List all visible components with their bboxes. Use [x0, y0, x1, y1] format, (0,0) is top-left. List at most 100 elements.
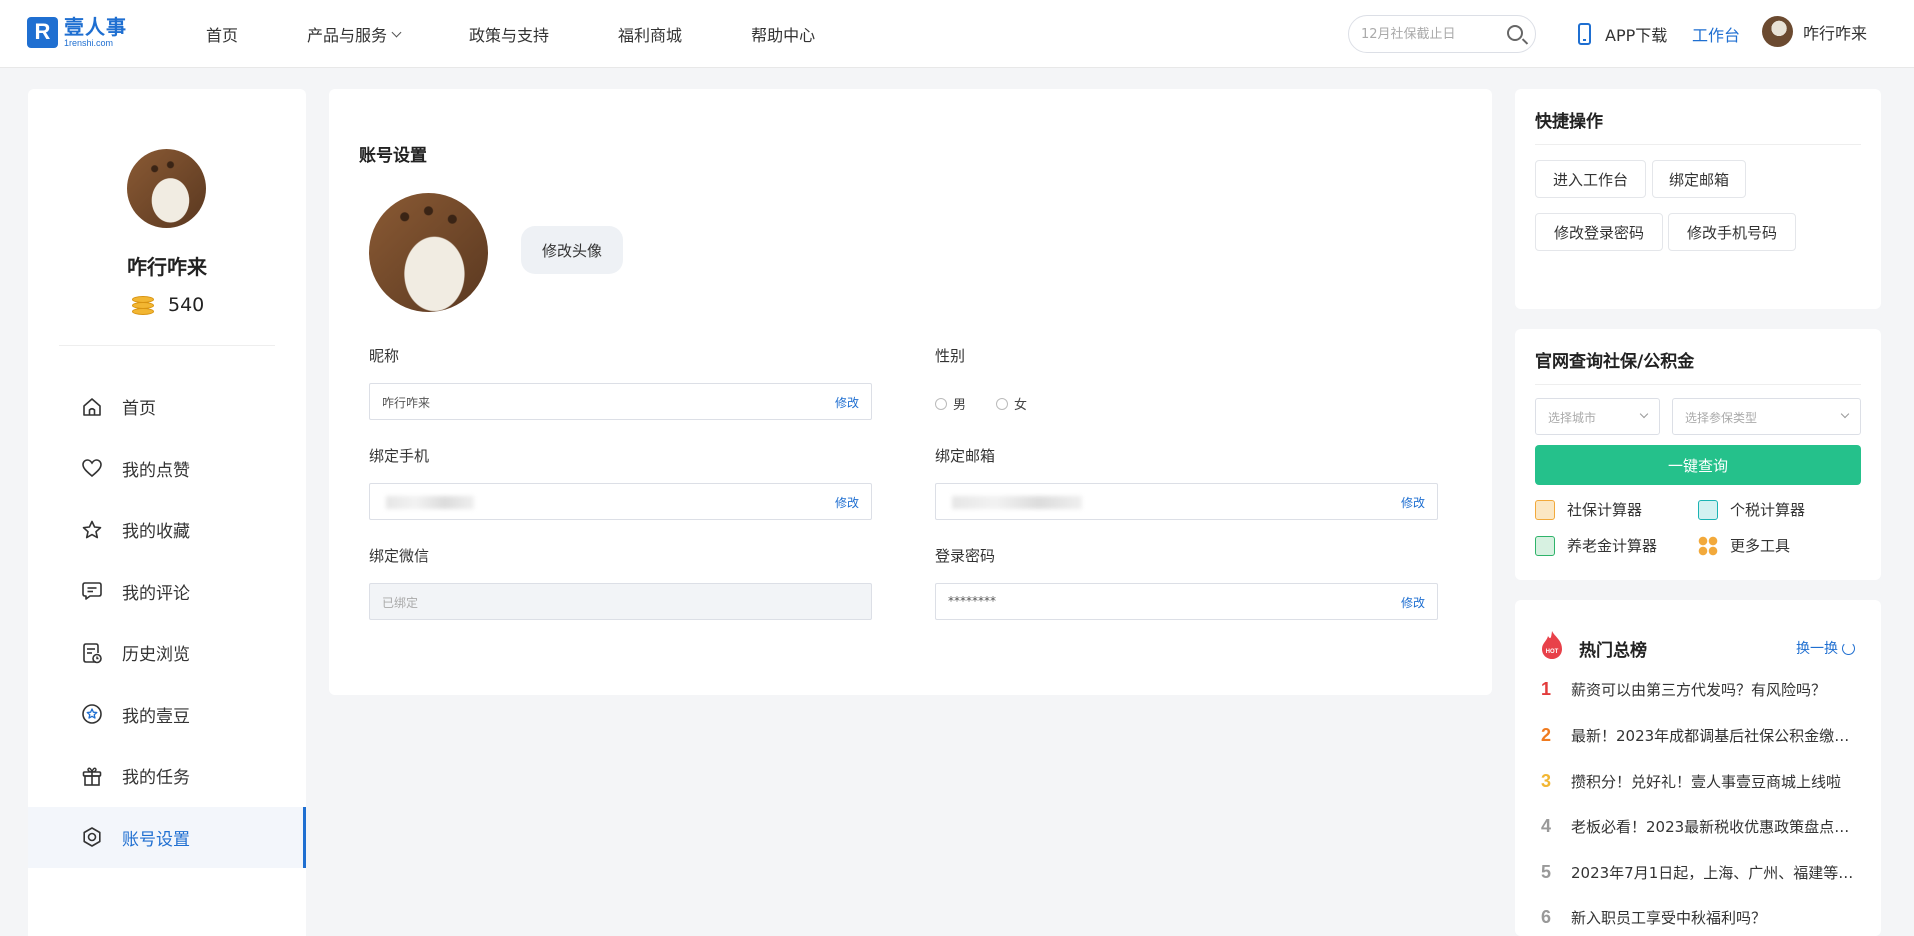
- sidebar-item-comments[interactable]: 我的评论: [28, 561, 306, 623]
- site-logo[interactable]: R 壹人事 1renshi.com: [27, 14, 127, 50]
- sidebar-item-tasks[interactable]: 我的任务: [28, 745, 306, 807]
- coin-icon: [132, 295, 154, 315]
- hot-list-item[interactable]: 2 最新！2023年成都调基后社保公积金缴费基数: [1541, 725, 1861, 746]
- search-box: [1348, 15, 1536, 53]
- home-icon: [80, 395, 104, 419]
- nav-help[interactable]: 帮助中心: [751, 22, 815, 46]
- password-value: ********: [948, 594, 996, 608]
- nav-policy[interactable]: 政策与支持: [469, 22, 549, 46]
- edit-nickname-button[interactable]: 修改: [835, 394, 859, 411]
- quick-actions-card: 快捷操作 进入工作台 绑定邮箱 修改登录密码 修改手机号码: [1515, 89, 1881, 309]
- gender-radio-group: 男 女: [935, 394, 1057, 413]
- social-query-card: 官网查询社保/公积金 选择城市 选择参保类型 一键查询 社保计算器 个税计算器 …: [1515, 329, 1881, 580]
- password-label: 登录密码: [935, 547, 996, 565]
- tool-social-calc[interactable]: 社保计算器: [1535, 499, 1642, 520]
- account-settings-panel: 账号设置 修改头像 昵称 咋行咋来 修改 性别 男 女 绑定手机 修改 绑定邮箱…: [329, 89, 1492, 695]
- email-label: 绑定邮箱: [935, 447, 996, 465]
- gender-male-radio[interactable]: 男: [935, 394, 966, 413]
- change-password-button[interactable]: 修改登录密码: [1535, 213, 1663, 251]
- nav-home[interactable]: 首页: [206, 22, 238, 46]
- tool-more[interactable]: 更多工具: [1698, 535, 1790, 556]
- sidebar-item-account-settings[interactable]: 账号设置: [28, 806, 306, 868]
- tool-tax-calc[interactable]: 个税计算器: [1698, 499, 1805, 520]
- star-icon: [80, 518, 104, 542]
- gift-icon: [80, 764, 104, 788]
- edit-phone-button[interactable]: 修改: [835, 494, 859, 511]
- divider: [1535, 384, 1861, 385]
- email-field[interactable]: 修改: [935, 483, 1438, 520]
- change-avatar-button[interactable]: 修改头像: [521, 226, 623, 274]
- refresh-button[interactable]: 换一换: [1796, 638, 1855, 658]
- refresh-icon: [1842, 641, 1855, 655]
- bind-email-button[interactable]: 绑定邮箱: [1652, 160, 1746, 198]
- gender-label: 性别: [935, 347, 966, 365]
- hot-list-item[interactable]: 6 新入职员工享受中秋福利吗？: [1541, 907, 1861, 928]
- avatar: [1762, 16, 1793, 47]
- chevron-down-icon: [391, 27, 402, 37]
- svg-text:HOT: HOT: [1546, 649, 1559, 655]
- main-nav: 首页 产品与服务 政策与支持 福利商城 帮助中心: [206, 0, 884, 68]
- nav-products[interactable]: 产品与服务: [307, 22, 402, 46]
- profile-username: 咋行咋来: [127, 255, 207, 279]
- logo-mark-icon: R: [27, 16, 58, 48]
- tool-pension-calc[interactable]: 养老金计算器: [1535, 535, 1657, 556]
- history-icon: [80, 641, 104, 665]
- more-tools-icon: [1698, 535, 1718, 556]
- hot-list-title: 热门总榜: [1579, 641, 1647, 661]
- pension-calc-icon: [1535, 535, 1555, 556]
- divider: [1535, 144, 1861, 145]
- sidebar-item-favorites[interactable]: 我的收藏: [28, 499, 306, 561]
- settings-icon: [80, 825, 104, 849]
- hot-list-card: HOT 热门总榜 换一换 1 薪资可以由第三方代发吗？有风险吗？ 2 最新！20…: [1515, 600, 1881, 936]
- masked-email: [952, 496, 1082, 509]
- city-select[interactable]: 选择城市: [1535, 398, 1660, 435]
- one-click-query-button[interactable]: 一键查询: [1535, 445, 1861, 485]
- tax-calc-icon: [1698, 499, 1718, 520]
- phone-field[interactable]: 修改: [369, 483, 872, 520]
- social-query-title: 官网查询社保/公积金: [1535, 352, 1695, 372]
- wechat-value: 已绑定: [382, 596, 419, 610]
- points-display: 540: [132, 294, 204, 316]
- masked-phone: [386, 496, 474, 509]
- search-icon[interactable]: [1507, 25, 1523, 41]
- app-download-link[interactable]: APP下载: [1578, 22, 1667, 46]
- edit-email-button[interactable]: 修改: [1401, 494, 1425, 511]
- wechat-label: 绑定微信: [369, 547, 430, 565]
- phone-icon: [1578, 23, 1591, 45]
- social-calc-icon: [1535, 499, 1555, 520]
- wechat-field: 已绑定: [369, 583, 872, 620]
- sidebar-item-history[interactable]: 历史浏览: [28, 622, 306, 684]
- points-value: 540: [168, 294, 205, 316]
- nav-mall[interactable]: 福利商城: [618, 22, 682, 46]
- comment-icon: [80, 579, 104, 603]
- profile-avatar: [127, 149, 206, 228]
- gender-female-radio[interactable]: 女: [996, 394, 1027, 413]
- password-field[interactable]: ******** 修改: [935, 583, 1438, 620]
- nickname-field[interactable]: 咋行咋来 修改: [369, 383, 872, 420]
- chevron-down-icon: [1840, 409, 1850, 419]
- page-title: 账号设置: [359, 146, 427, 166]
- sidebar-item-likes[interactable]: 我的点赞: [28, 438, 306, 500]
- sidebar-menu: 首页 我的点赞 我的收藏 我的评论 历史浏览 我的壹豆 我的任务 账号设置: [28, 376, 306, 868]
- change-phone-button[interactable]: 修改手机号码: [1668, 213, 1796, 251]
- heart-icon: [80, 456, 104, 480]
- hot-list-item[interactable]: 1 薪资可以由第三方代发吗？有风险吗？: [1541, 679, 1861, 700]
- user-menu[interactable]: 咋行咋来: [1762, 16, 1867, 47]
- insurance-type-select[interactable]: 选择参保类型: [1672, 398, 1861, 435]
- sidebar-item-home[interactable]: 首页: [28, 376, 306, 438]
- bean-icon: [80, 702, 104, 726]
- search-input[interactable]: [1361, 24, 1501, 44]
- hot-list-item[interactable]: 3 攒积分！兑好礼！壹人事壹豆商城上线啦: [1541, 771, 1861, 792]
- quick-actions-title: 快捷操作: [1535, 112, 1603, 132]
- chevron-down-icon: [1639, 409, 1649, 419]
- nickname-label: 昵称: [369, 347, 400, 365]
- fire-icon: HOT: [1542, 631, 1562, 659]
- header-username: 咋行咋来: [1803, 23, 1868, 43]
- workbench-link[interactable]: 工作台: [1692, 22, 1740, 46]
- edit-password-button[interactable]: 修改: [1401, 594, 1425, 611]
- hot-list-item[interactable]: 4 老板必看！2023最新税收优惠政策盘点汇总: [1541, 816, 1861, 837]
- hot-list-item[interactable]: 5 2023年7月1日起，上海、广州、福建等地调整: [1541, 862, 1861, 883]
- account-avatar: [369, 193, 488, 312]
- enter-workbench-button[interactable]: 进入工作台: [1535, 160, 1646, 198]
- sidebar-item-beans[interactable]: 我的壹豆: [28, 684, 306, 746]
